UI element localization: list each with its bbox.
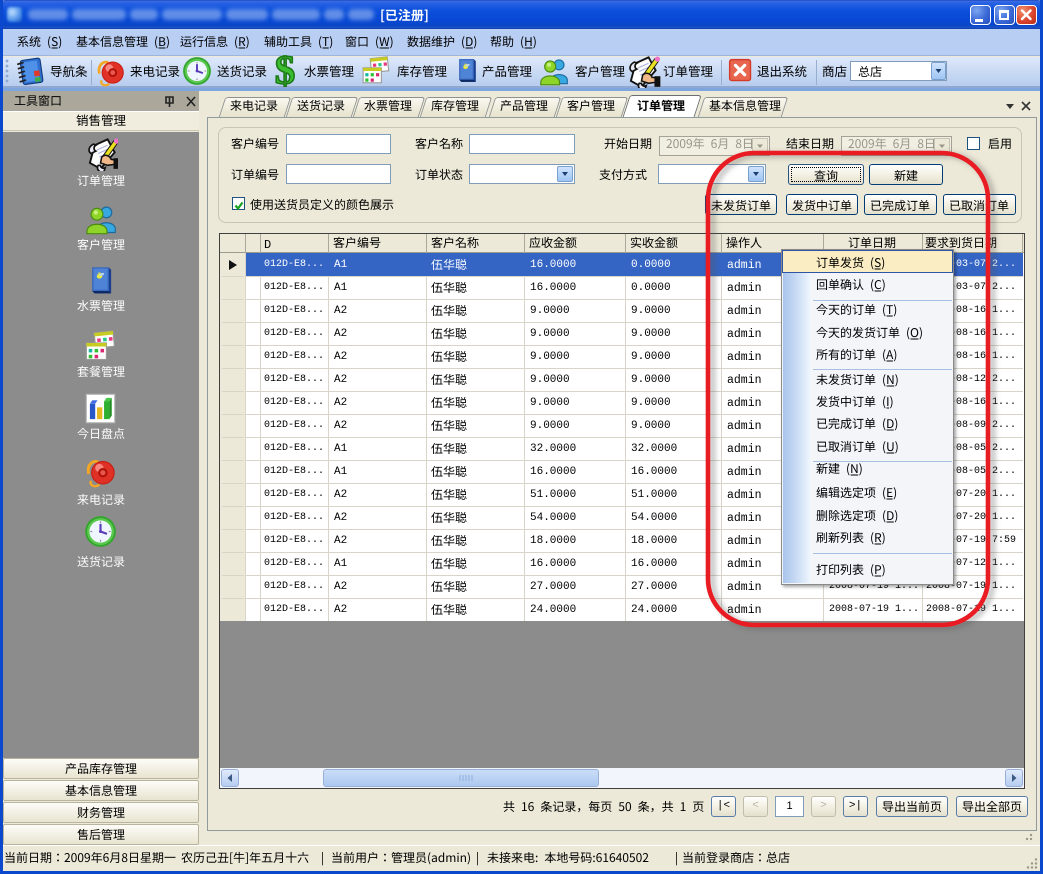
- svg-text:$: $: [275, 55, 296, 87]
